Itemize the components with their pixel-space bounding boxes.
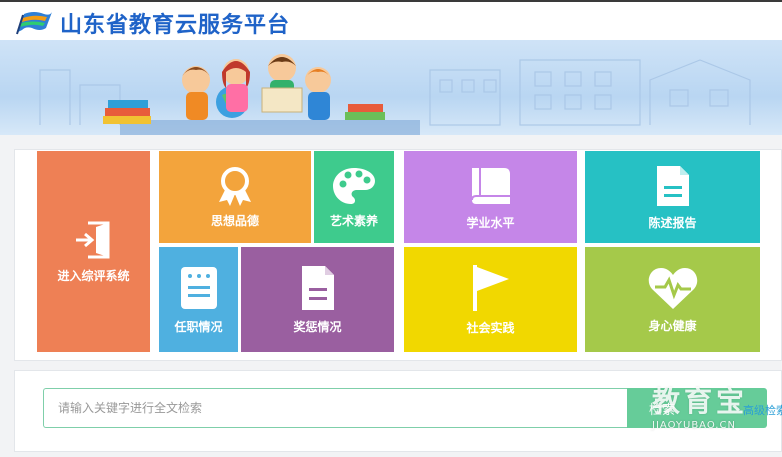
- door-enter-icon: [75, 221, 109, 259]
- search-input[interactable]: [43, 388, 629, 428]
- document-icon: [301, 266, 334, 310]
- tile-statement-report[interactable]: 陈述报告: [585, 151, 760, 243]
- header: 山东省教育云服务平台: [0, 0, 782, 40]
- site-title[interactable]: 山东省教育云服务平台: [60, 7, 290, 39]
- tile-rewards-penalties[interactable]: 奖惩情况: [241, 247, 394, 352]
- flag-icon: [472, 265, 509, 311]
- tile-art-literacy[interactable]: 艺术素养: [314, 151, 394, 243]
- tile-label: 进入综评系统: [57, 269, 130, 283]
- search-panel: 检索 高级检索: [14, 370, 782, 452]
- tile-enter-system[interactable]: 进入综评系统: [37, 151, 150, 352]
- tile-academic-level[interactable]: 学业水平: [404, 151, 577, 243]
- tile-label: 社会实践: [466, 321, 515, 335]
- tile-label: 奖惩情况: [293, 320, 342, 334]
- book-icon: [470, 167, 510, 204]
- banner-image: [0, 40, 782, 135]
- tile-social-practice[interactable]: 社会实践: [404, 247, 577, 352]
- module-panel: 进入综评系统 思想品德 艺术素养 学业水平 陈述报告 任职情况 奖惩情况 社会实…: [14, 149, 782, 361]
- tile-label: 任职情况: [174, 320, 223, 334]
- tile-moral-character[interactable]: 思想品德: [159, 151, 311, 243]
- palette-icon: [333, 167, 375, 204]
- tile-label: 身心健康: [648, 319, 697, 333]
- tile-label: 陈述报告: [648, 215, 697, 230]
- tile-label: 艺术素养: [329, 213, 378, 228]
- banner-illustration: [39, 54, 751, 135]
- tile-job-position[interactable]: 任职情况: [159, 247, 238, 352]
- tile-label: 学业水平: [466, 215, 515, 230]
- id-card-icon: [180, 267, 217, 309]
- tile-physical-mental-health[interactable]: 身心健康: [585, 247, 760, 352]
- tile-label: 思想品德: [210, 213, 259, 228]
- ribbon-badge-icon: [219, 166, 251, 206]
- heart-pulse-icon: [648, 268, 697, 309]
- document-icon: [656, 165, 689, 206]
- flag-logo-icon[interactable]: [14, 8, 54, 36]
- advanced-search-link[interactable]: 高级检索: [743, 402, 782, 418]
